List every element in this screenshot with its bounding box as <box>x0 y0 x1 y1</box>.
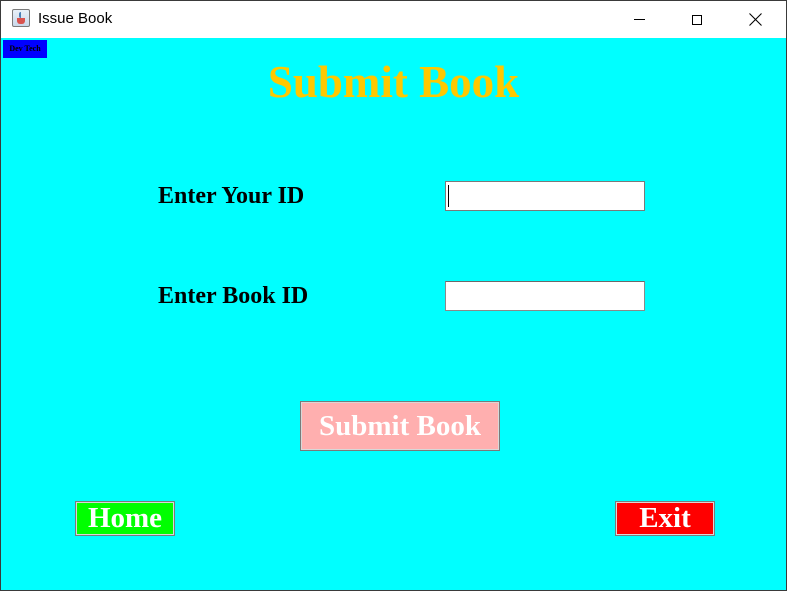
minimize-icon <box>633 19 645 20</box>
content-panel: Dev Tech Submit Book Enter Your ID Enter… <box>1 38 786 590</box>
issue-book-window: Issue Book Dev Tech Submit Book Enter Yo… <box>0 0 787 591</box>
your-id-label: Enter Your ID <box>158 183 305 209</box>
close-icon <box>748 13 762 26</box>
window-title: Issue Book <box>38 10 113 27</box>
your-id-field[interactable] <box>445 181 645 211</box>
exit-button[interactable]: Exit <box>615 501 715 536</box>
java-app-icon <box>12 9 30 27</box>
home-button[interactable]: Home <box>75 501 175 536</box>
maximize-button[interactable] <box>668 1 726 38</box>
book-id-field[interactable] <box>445 281 645 311</box>
text-caret <box>448 185 449 207</box>
minimize-button[interactable] <box>610 1 668 38</box>
submit-book-button[interactable]: Submit Book <box>300 401 500 451</box>
book-id-label: Enter Book ID <box>158 283 309 309</box>
title-bar[interactable]: Issue Book <box>1 1 786 38</box>
close-button[interactable] <box>726 1 784 38</box>
page-title: Submit Book <box>267 57 520 107</box>
maximize-icon <box>692 14 702 25</box>
